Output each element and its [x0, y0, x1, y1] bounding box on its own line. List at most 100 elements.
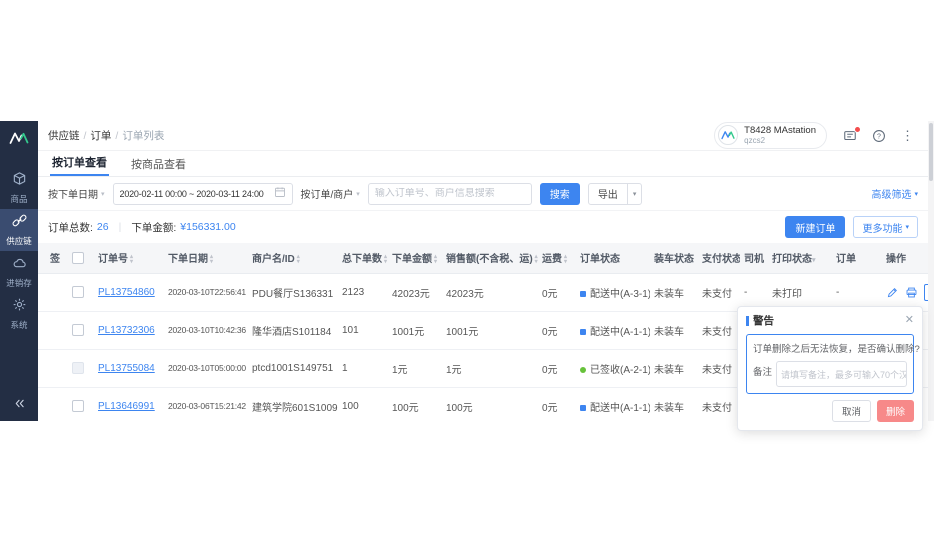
order-status: 配送中(A-1-1) — [576, 311, 650, 349]
row-checkbox[interactable] — [72, 400, 84, 412]
print-icon[interactable] — [905, 286, 918, 299]
sidebar-item-system[interactable]: 系统 — [0, 293, 38, 335]
chain-icon — [12, 213, 27, 233]
sort-icon[interactable]: ▴▾ — [297, 255, 300, 264]
order-number-link[interactable]: PL13755084 — [98, 363, 155, 374]
filter-bar: 按下单日期▾ 按订单/商户▾ 搜索 导出 ▾ 高级筛选▾ — [38, 177, 928, 211]
help-icon[interactable]: ? — [872, 129, 886, 143]
sidebar-item-goods[interactable]: 商品 — [0, 167, 38, 209]
chevron-down-icon: ▾ — [905, 223, 909, 231]
search-type-label: 按订单/商户 — [301, 186, 354, 201]
sort-icon[interactable]: ▴▾ — [130, 255, 133, 264]
sort-icon[interactable]: ▴▾ — [210, 255, 213, 264]
date-range-value[interactable] — [120, 189, 270, 199]
breadcrumb: 供应链/订单/订单列表 — [48, 128, 164, 143]
user-account-pill[interactable]: T8428 MAstation qzcs2 — [714, 122, 827, 149]
scrollbar-thumb[interactable] — [929, 123, 933, 181]
order-qty: 101 — [338, 311, 388, 349]
row-checkbox[interactable] — [72, 324, 84, 336]
search-type-select[interactable]: 按订单/商户▾ — [301, 186, 360, 201]
accent-bar — [746, 316, 749, 326]
payment-status: 未支付 — [698, 311, 740, 349]
search-input[interactable] — [375, 188, 525, 199]
chevron-down-icon[interactable]: ▾ — [627, 184, 642, 204]
sidebar-collapse-button[interactable] — [0, 397, 38, 415]
col-qty[interactable]: 总下单数▴▾ — [338, 243, 388, 273]
chevron-down-icon[interactable]: ▾ — [812, 257, 816, 264]
vertical-scrollbar[interactable] — [928, 121, 934, 421]
app-logo[interactable] — [0, 125, 38, 155]
more-menu-icon[interactable]: ⋮ — [901, 129, 914, 142]
sidebar: 商品 供应链 进销存 系统 — [0, 121, 38, 421]
message-icon[interactable] — [843, 129, 857, 143]
sort-icon[interactable]: ▴▾ — [535, 255, 538, 264]
sidebar-item-label: 供应链 — [6, 235, 32, 247]
col-merchant[interactable]: 商户名/ID▴▾ — [248, 243, 338, 273]
tab-by-order[interactable]: 按订单查看 — [50, 150, 109, 176]
notification-badge — [854, 126, 861, 133]
sort-icon[interactable]: ▴▾ — [564, 255, 567, 264]
col-payment-status[interactable]: 支付状态 — [698, 243, 740, 273]
advanced-filter-link[interactable]: 高级筛选▾ — [871, 186, 918, 201]
status-dot — [580, 291, 586, 297]
note-textarea[interactable]: 请填写备注，最多可输入70个汉字 — [776, 361, 907, 387]
close-icon[interactable]: ✕ — [905, 315, 914, 326]
search-field[interactable] — [368, 183, 532, 205]
chevron-down-icon: ▾ — [914, 190, 918, 198]
order-date: 2020-03-10T05:00:00 — [164, 349, 248, 387]
status-dot — [580, 329, 586, 335]
col-print-status[interactable]: 打印状态▾ — [768, 243, 832, 273]
cancel-button[interactable]: 取消 — [832, 400, 871, 422]
row-checkbox[interactable] — [72, 286, 84, 298]
delete-button[interactable]: 删除 — [877, 400, 914, 422]
collapse-icon — [13, 397, 26, 415]
merchant-name: 隆华酒店S101184 — [248, 311, 338, 349]
order-date: 2020-03-10T22:56:41 — [164, 273, 248, 311]
sidebar-item-label: 系统 — [10, 319, 27, 331]
payment-status: 未支付 — [698, 349, 740, 387]
date-range-input[interactable] — [113, 183, 293, 205]
order-total-value: 26 — [97, 221, 109, 233]
more-functions-button[interactable]: 更多功能▾ — [853, 216, 918, 238]
order-number-link[interactable]: PL13732306 — [98, 325, 155, 336]
tab-by-goods[interactable]: 按商品查看 — [129, 152, 188, 176]
sidebar-item-inventory[interactable]: 进销存 — [0, 251, 38, 293]
col-sales[interactable]: 销售额(不含税、运)▴▾ — [442, 243, 538, 273]
col-loading-status[interactable]: 装车状态 — [650, 243, 698, 273]
popup-message: 订单删除之后无法恢复，是否确认删除? — [753, 341, 907, 355]
more-functions-label: 更多功能 — [862, 220, 902, 235]
svg-text:?: ? — [877, 133, 881, 140]
summary-bar: 订单总数: 26 | 下单金额: ¥156331.00 新建订单 更多功能▾ — [38, 211, 928, 243]
col-amount[interactable]: 下单金额▴▾ — [388, 243, 442, 273]
merchant-name: PDU餐厅S136331 — [248, 273, 338, 311]
col-order-status[interactable]: 订单状态 — [576, 243, 650, 273]
select-all-checkbox[interactable] — [72, 252, 84, 264]
breadcrumb-orders[interactable]: 订单 — [90, 130, 111, 142]
sales-amount: 42023元 — [442, 273, 538, 311]
payment-status: 未支付 — [698, 273, 740, 311]
col-freight[interactable]: 运费▴▾ — [538, 243, 576, 273]
col-order-no[interactable]: 订单号▴▾ — [94, 243, 164, 273]
new-order-button[interactable]: 新建订单 — [785, 216, 845, 238]
freight: 0元 — [538, 387, 576, 421]
sidebar-item-label: 进销存 — [6, 277, 32, 289]
search-button[interactable]: 搜索 — [540, 183, 580, 205]
table-header-row: 签 订单号▴▾ 下单日期▴▾ 商户名/ID▴▾ 总下单数▴▾ 下单金额▴▾ 销售… — [38, 243, 928, 273]
col-order-extra: 订单 — [832, 243, 882, 273]
merchant-name: ptcd1001S149751 — [248, 349, 338, 387]
order-number-link[interactable]: PL13646991 — [98, 401, 155, 412]
export-button[interactable]: 导出 ▾ — [588, 183, 643, 205]
breadcrumb-supply-chain[interactable]: 供应链 — [48, 130, 80, 142]
edit-icon[interactable] — [886, 286, 899, 299]
order-number-link[interactable]: PL13754860 — [98, 287, 155, 298]
chevron-down-icon: ▾ — [101, 190, 105, 198]
sales-amount: 100元 — [442, 387, 538, 421]
sort-icon[interactable]: ▴▾ — [434, 255, 437, 264]
sidebar-item-supply-chain[interactable]: 供应链 — [0, 209, 38, 251]
export-label: 导出 — [589, 184, 627, 204]
status-dot — [580, 405, 586, 411]
top-icon-group: ? ⋮ — [843, 129, 914, 143]
date-type-select[interactable]: 按下单日期▾ — [48, 186, 105, 201]
sort-icon[interactable]: ▴▾ — [384, 255, 387, 264]
col-order-date[interactable]: 下单日期▴▾ — [164, 243, 248, 273]
